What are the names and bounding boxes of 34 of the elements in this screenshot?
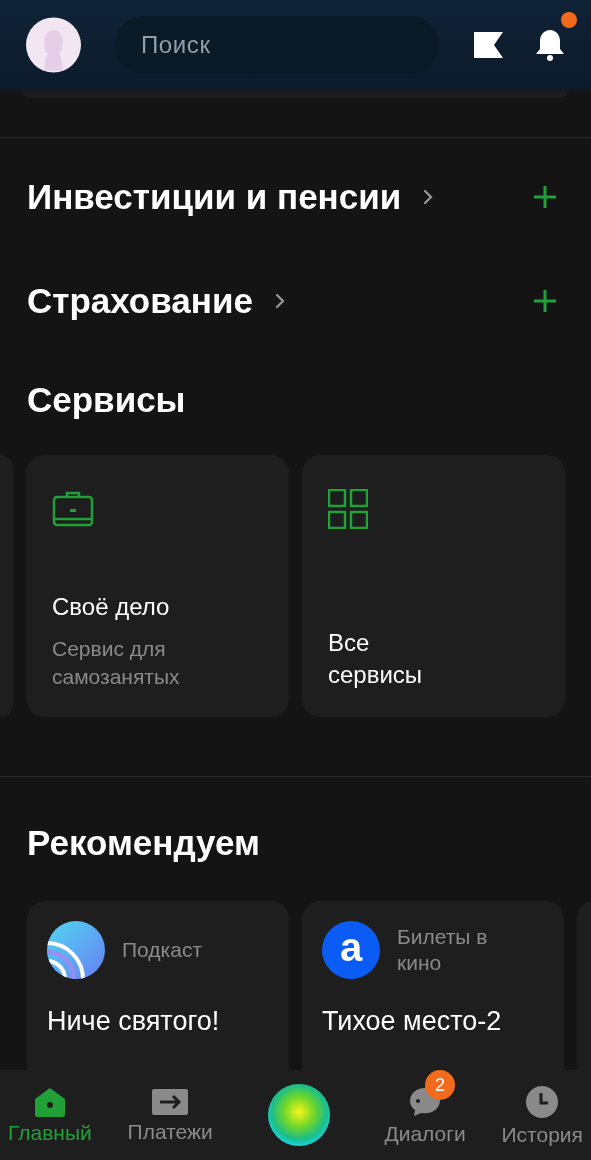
bell-icon[interactable] bbox=[535, 28, 565, 62]
arrow-card-icon bbox=[151, 1088, 190, 1116]
service-card[interactable]: Все сервисы bbox=[302, 454, 565, 717]
search-field[interactable]: Поиск bbox=[115, 16, 439, 74]
cinema-logo: a bbox=[322, 921, 380, 979]
flag-icon[interactable] bbox=[473, 30, 505, 60]
card-title: Тихое место-2 bbox=[322, 1005, 503, 1038]
service-card[interactable]: Своё дело Сервис для самозанятых bbox=[26, 454, 289, 717]
service-title: Своё дело bbox=[52, 591, 171, 622]
section-title: Сервисы bbox=[27, 380, 186, 419]
assistant-orb-icon[interactable] bbox=[266, 1083, 331, 1147]
nav-tab[interactable]: Главный bbox=[8, 1085, 92, 1145]
nav-tab[interactable]: Платежи bbox=[127, 1086, 213, 1144]
home-icon bbox=[32, 1087, 67, 1117]
recommendation-card[interactable]: Подкаст Ниче святого! bbox=[27, 901, 289, 1070]
chevron-right-icon bbox=[423, 189, 434, 205]
recommendation-card[interactable]: a Билеты в кино Тихое место-2 bbox=[302, 901, 564, 1070]
card-category: Подкаст bbox=[122, 937, 203, 963]
service-subtitle: Сервис для самозанятых bbox=[52, 635, 181, 690]
grid-icon bbox=[328, 488, 368, 529]
nav-tab[interactable]: История bbox=[501, 1083, 583, 1147]
section-title[interactable]: Страхование bbox=[27, 274, 253, 328]
podcast-logo bbox=[47, 921, 105, 979]
section-title: Рекомендуем bbox=[27, 822, 260, 862]
service-title: Все сервисы bbox=[328, 627, 424, 690]
clock-icon bbox=[525, 1085, 560, 1119]
avatar-icon[interactable] bbox=[26, 15, 81, 75]
plus-icon[interactable] bbox=[532, 288, 558, 314]
unread-badge: 2 bbox=[425, 1070, 456, 1100]
card-category: Билеты в кино bbox=[397, 924, 489, 976]
card-title: Ниче святого! bbox=[47, 1005, 221, 1038]
section-title[interactable]: Инвестиции и пенсии bbox=[27, 170, 402, 224]
chevron-right-icon bbox=[274, 293, 285, 309]
plus-icon[interactable] bbox=[532, 184, 558, 210]
